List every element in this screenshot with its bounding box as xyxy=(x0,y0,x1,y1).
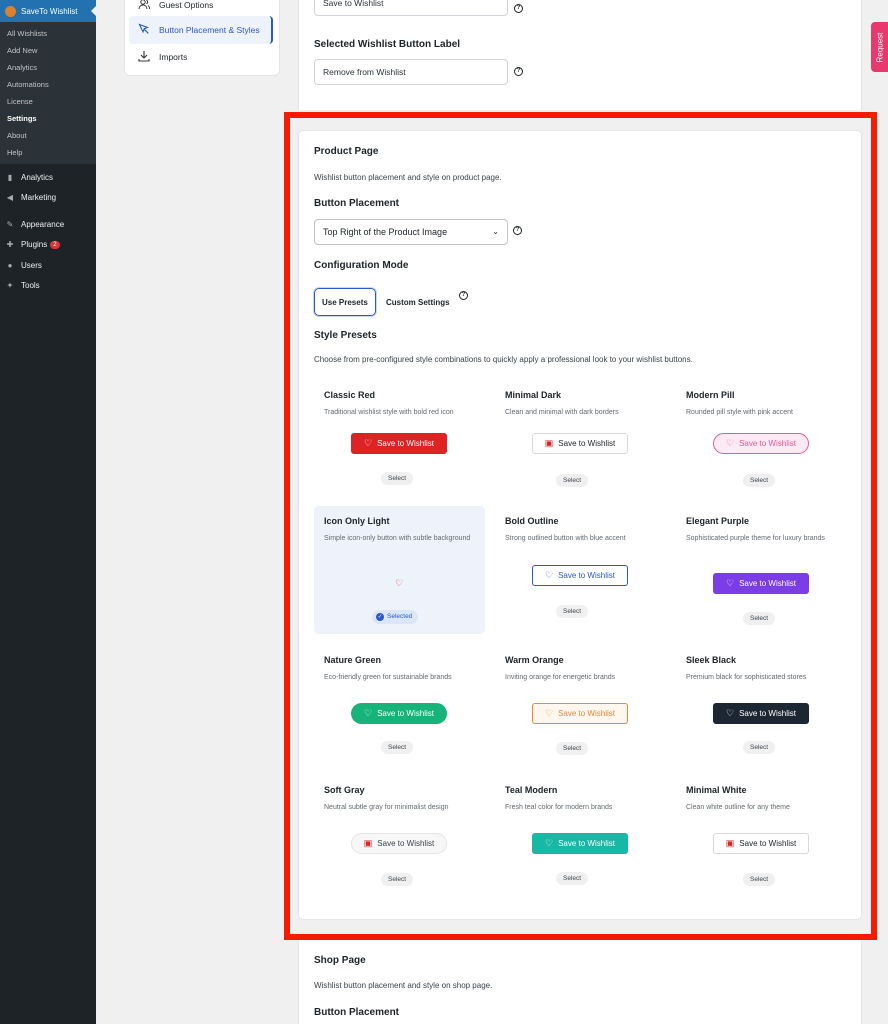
submenu-about[interactable]: About xyxy=(0,127,96,144)
user-icon: ● xyxy=(7,260,13,270)
menu-item-marketing[interactable]: ◀ Marketing xyxy=(0,188,96,209)
menu-item-plugins[interactable]: ✚ Plugins 2 xyxy=(0,235,96,256)
shop-page-card: Shop Page Wishlist button placement and … xyxy=(298,940,862,1024)
submenu-help[interactable]: Help xyxy=(0,144,96,161)
settings-nav-button-placement[interactable]: Button Placement & Styles xyxy=(129,16,273,44)
plugin-logo-icon xyxy=(5,5,16,17)
wp-admin-sidebar: SaveTo Wishlist All Wishlists Add New An… xyxy=(0,0,96,1024)
settings-nav: Guest Options Button Placement & Styles … xyxy=(124,0,280,76)
help-icon[interactable]: ? xyxy=(514,4,523,13)
submenu-all-wishlists[interactable]: All Wishlists xyxy=(0,25,96,42)
wishlist-label-input[interactable]: Save to Wishlist xyxy=(314,0,508,16)
help-icon[interactable]: ? xyxy=(514,67,523,76)
selected-label-input[interactable]: Remove from Wishlist xyxy=(314,59,508,85)
menu-item-users[interactable]: ● Users xyxy=(0,255,96,276)
submenu-analytics[interactable]: Analytics xyxy=(0,59,96,76)
plugin-icon: ✚ xyxy=(6,240,14,250)
plugin-menu-label: SaveTo Wishlist xyxy=(21,6,78,16)
paintbrush-icon: ✎ xyxy=(6,219,14,229)
selected-label-title: Selected Wishlist Button Label xyxy=(314,39,461,50)
menu-item-analytics[interactable]: ▮ Analytics xyxy=(0,167,96,188)
download-icon xyxy=(137,50,150,65)
submenu-add-new[interactable]: Add New xyxy=(0,42,96,59)
settings-nav-guest-options[interactable]: Guest Options xyxy=(125,0,279,15)
plugin-submenu: All Wishlists Add New Analytics Automati… xyxy=(0,22,96,164)
settings-nav-imports[interactable]: Imports xyxy=(125,44,279,70)
submenu-license[interactable]: License xyxy=(0,93,96,110)
submenu-settings[interactable]: Settings xyxy=(0,110,96,127)
plugin-menu-saveto-wishlist[interactable]: SaveTo Wishlist xyxy=(0,0,96,22)
users-icon xyxy=(137,0,150,13)
shop-page-title: Shop Page xyxy=(314,955,366,966)
bar-chart-icon: ▮ xyxy=(7,172,13,182)
highlight-frame xyxy=(284,112,877,940)
menu-item-appearance[interactable]: ✎ Appearance xyxy=(0,214,96,235)
shop-button-placement-label: Button Placement xyxy=(314,1007,400,1018)
button-label-panel: Save to Wishlist ? Selected Wishlist But… xyxy=(298,0,862,110)
submenu-automations[interactable]: Automations xyxy=(0,76,96,93)
wrench-icon: ✦ xyxy=(6,281,14,291)
cursor-icon xyxy=(137,23,150,38)
menu-item-tools[interactable]: ✦ Tools xyxy=(0,276,96,297)
wp-main-menu: ▮ Analytics ◀ Marketing ✎ Appearance ✚ Plugi… xyxy=(0,164,96,296)
shop-page-description: Wishlist button placement and style on s… xyxy=(314,981,493,990)
request-tab[interactable]: Request xyxy=(871,22,888,72)
plugins-update-badge: 2 xyxy=(50,240,60,249)
megaphone-icon: ◀ xyxy=(6,193,14,203)
